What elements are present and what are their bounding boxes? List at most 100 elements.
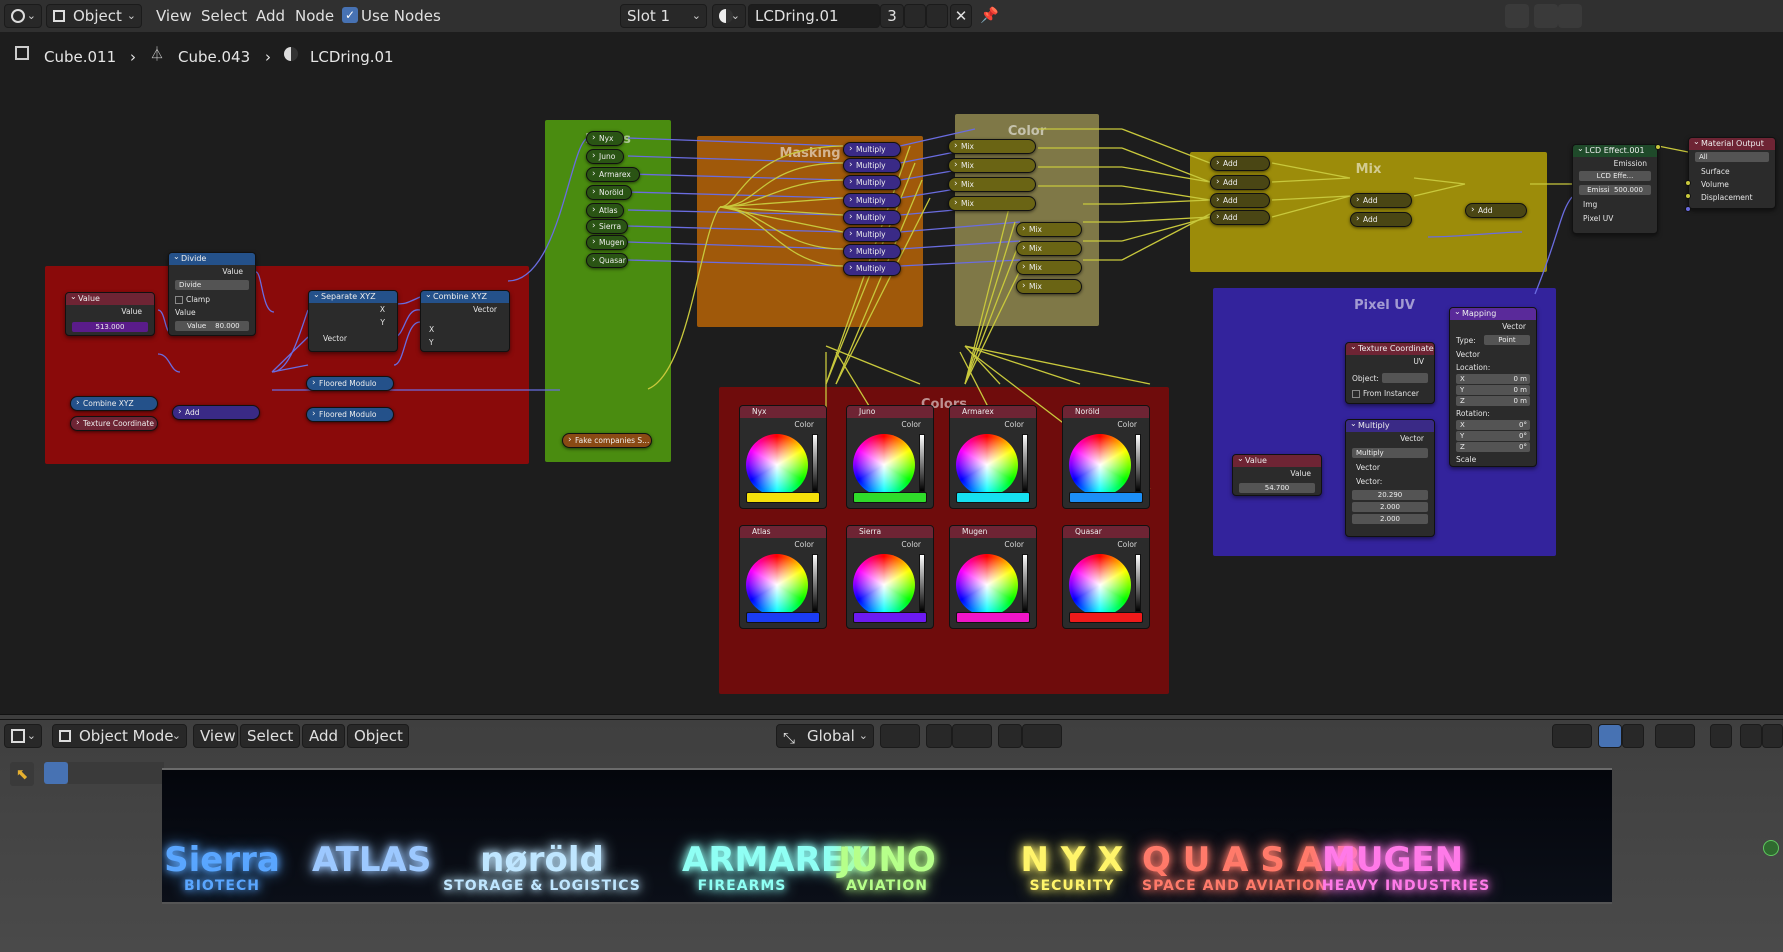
use-nodes-checkbox[interactable]: ✓ <box>342 7 358 23</box>
multiply-2[interactable]: Multiply <box>843 158 901 173</box>
texture-coordinate-node[interactable]: Texture Coordinate UV Object: From Insta… <box>1345 342 1435 404</box>
multiply-8[interactable]: Multiply <box>843 261 901 276</box>
combine-xyz-node[interactable]: Combine XYZ Vector X Y <box>420 290 510 352</box>
value-slider[interactable] <box>1022 554 1028 612</box>
multiply-1[interactable]: Multiply <box>843 142 901 157</box>
vector-multiply-mode-dropdown[interactable]: Multiply <box>1352 448 1428 458</box>
unlink-x-icon[interactable]: ✕ <box>950 4 972 28</box>
multiply-3[interactable]: Multiply <box>843 175 901 190</box>
color-swatch[interactable] <box>956 612 1030 623</box>
viewport-navigation-dot[interactable] <box>1763 840 1779 856</box>
material-output-node[interactable]: Material Output All Surface Volume Displ… <box>1688 137 1776 209</box>
select-mode-invert-icon[interactable] <box>116 762 140 784</box>
color-swatch[interactable] <box>1069 612 1143 623</box>
add-5[interactable]: Add <box>1350 193 1412 208</box>
color-node-1[interactable]: Juno Color <box>846 405 934 509</box>
lcd-effect-node[interactable]: LCD Effect.001 Emission LCD Effe... Emis… <box>1572 144 1658 234</box>
value-slider[interactable] <box>812 434 818 492</box>
mix-6[interactable]: Mix <box>1016 241 1082 256</box>
add-1[interactable]: Add <box>1210 156 1270 171</box>
texcoord-from-instancer[interactable]: From Instancer <box>1352 389 1428 398</box>
color-node-3[interactable]: Noröld Color <box>1062 405 1150 509</box>
socket[interactable] <box>1685 180 1691 186</box>
multiply-7[interactable]: Multiply <box>843 244 901 259</box>
viewport-menu-object[interactable]: Object <box>347 724 409 748</box>
object-mode-dropdown[interactable]: Object Mode ⌄ <box>52 724 187 748</box>
mix-7[interactable]: Mix <box>1016 260 1082 275</box>
mask-juno[interactable]: Juno <box>586 149 624 164</box>
mask-armarex[interactable]: Armarex <box>586 167 640 182</box>
color-node-5[interactable]: Sierra Color <box>846 525 934 629</box>
mix-8[interactable]: Mix <box>1016 279 1082 294</box>
value-slider[interactable] <box>1135 554 1141 612</box>
multiply-6[interactable]: Multiply <box>843 227 901 242</box>
lcd-group-dropdown[interactable]: LCD Effe... <box>1579 171 1651 181</box>
material-name-field[interactable]: LCDring.01 <box>748 4 880 28</box>
parent-node-tree-icon[interactable] <box>1505 4 1529 28</box>
mapping-rotation-x[interactable]: X 0° <box>1456 420 1530 430</box>
color-swatch[interactable] <box>853 612 927 623</box>
value-slider[interactable] <box>812 554 818 612</box>
color-node-2[interactable]: Armarex Color <box>949 405 1037 509</box>
menu-view[interactable]: View <box>156 4 192 28</box>
material-output-target-dropdown[interactable]: All <box>1695 152 1769 162</box>
multiply-5[interactable]: Multiply <box>843 210 901 225</box>
color-wheel[interactable] <box>853 434 915 496</box>
multiply-4[interactable]: Multiply <box>843 193 901 208</box>
menu-select[interactable]: Select <box>201 4 247 28</box>
mix-2[interactable]: Mix <box>948 158 1036 173</box>
color-wheel[interactable] <box>746 434 808 496</box>
divide-clamp[interactable]: Clamp <box>175 295 249 304</box>
divide-mode-dropdown[interactable]: Divide <box>175 280 249 290</box>
mix-1[interactable]: Mix <box>948 139 1036 154</box>
color-wheel[interactable] <box>1069 554 1131 616</box>
divide-node[interactable]: Divide Value Divide Clamp Value Value 80… <box>168 252 256 336</box>
snap-toggle-icon[interactable] <box>926 724 952 748</box>
select-mode-intersect-icon[interactable] <box>140 762 164 784</box>
viewport-menu-select[interactable]: Select <box>240 724 300 748</box>
color-wheel[interactable] <box>956 434 1018 496</box>
color-swatch[interactable] <box>853 492 927 503</box>
color-node-4[interactable]: Atlas Color <box>739 525 827 629</box>
add-7[interactable]: Add <box>1465 203 1527 218</box>
floored-modulo-1[interactable]: Floored Modulo <box>306 376 394 391</box>
socket[interactable] <box>1685 206 1691 212</box>
mapping-node[interactable]: Mapping Vector Type: Point Vector Locati… <box>1449 307 1537 467</box>
mix-3[interactable]: Mix <box>948 177 1036 192</box>
vector-multiply-y[interactable]: 2.000 <box>1352 502 1428 512</box>
add-2[interactable]: Add <box>1210 175 1270 190</box>
snap-icon[interactable] <box>1534 4 1558 28</box>
pivot-point-dropdown[interactable] <box>880 724 920 748</box>
mask-quasar[interactable]: Quasar <box>586 253 628 268</box>
gizmo-toggle-icon[interactable] <box>1598 724 1622 748</box>
vector-multiply-node[interactable]: Multiply Vector Multiply Vector Vector: … <box>1345 419 1435 537</box>
falloff-dropdown[interactable] <box>1022 724 1062 748</box>
fake-companies-group[interactable]: Fake companies S... <box>562 433 652 448</box>
select-mode-new-icon[interactable] <box>44 762 68 784</box>
object-type-dropdown[interactable]: Object ⌄ <box>46 4 142 28</box>
clamp-checkbox[interactable] <box>175 296 183 304</box>
add-collapsed[interactable]: Add <box>172 405 260 420</box>
value-node-field[interactable]: 513.000 <box>72 322 148 332</box>
mask-sierra[interactable]: Sierra <box>586 219 628 234</box>
color-swatch[interactable] <box>746 492 820 503</box>
color-wheel[interactable] <box>1069 434 1131 496</box>
vector-multiply-z[interactable]: 2.000 <box>1352 514 1428 524</box>
color-wheel[interactable] <box>853 554 915 616</box>
mix-4[interactable]: Mix <box>948 196 1036 211</box>
divide-input-2-field[interactable]: Value 80.000 <box>175 321 249 331</box>
duplicate-material-icon[interactable] <box>926 4 948 28</box>
viewport-menu-view[interactable]: View <box>193 724 238 748</box>
add-3[interactable]: Add <box>1210 193 1270 208</box>
lcd-emission-strength-field[interactable]: Emissi 500.000 <box>1579 185 1651 195</box>
socket[interactable] <box>1655 144 1661 150</box>
value-slider[interactable] <box>1135 434 1141 492</box>
value-slider[interactable] <box>919 434 925 492</box>
editor-type-button[interactable]: ⌄ <box>4 4 42 28</box>
color-node-7[interactable]: Quasar Color <box>1062 525 1150 629</box>
mapping-rotation-y[interactable]: Y 0° <box>1456 431 1530 441</box>
xray-toggle-icon[interactable] <box>1710 724 1732 748</box>
mix-5[interactable]: Mix <box>1016 222 1082 237</box>
menu-node[interactable]: Node <box>295 4 334 28</box>
mask-atlas[interactable]: Atlas <box>586 203 624 218</box>
